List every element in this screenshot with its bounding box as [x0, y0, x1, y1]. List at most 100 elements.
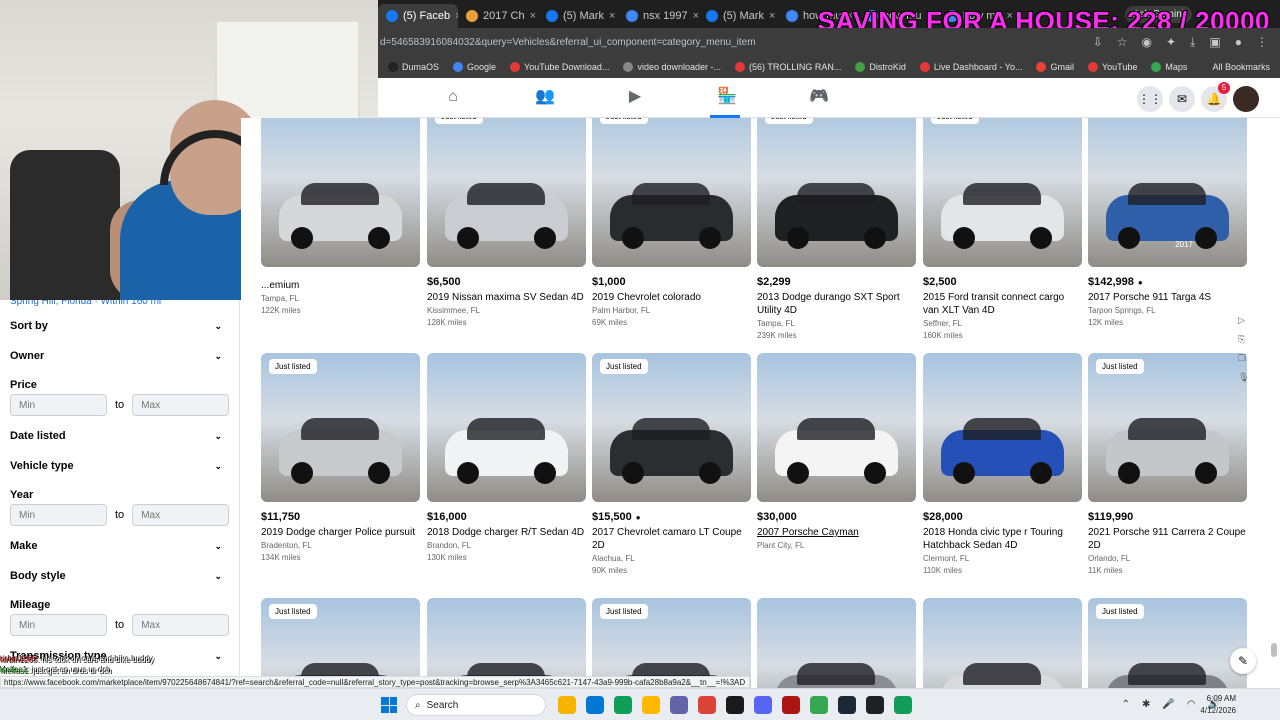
listing-card[interactable]: Just listed: [1088, 598, 1247, 688]
video-icon[interactable]: ▶: [626, 88, 644, 106]
listing-photo[interactable]: Just listed: [592, 353, 751, 502]
listing-title[interactable]: 2019 Nissan maxima SV Sedan 4D: [427, 291, 586, 304]
listing-title[interactable]: 2015 Ford transit connect cargo van XLT …: [923, 291, 1082, 317]
friends-icon[interactable]: 👥: [535, 88, 555, 106]
listing-photo[interactable]: [427, 353, 586, 502]
gaming-icon[interactable]: 🎮: [809, 88, 829, 106]
listing-title[interactable]: 2017 Porsche 911 Targa 4S: [1088, 291, 1247, 304]
taskbar-app-icon[interactable]: [558, 696, 576, 714]
wifi-icon[interactable]: ◠: [1187, 699, 1196, 710]
close-icon[interactable]: ×: [530, 10, 536, 22]
bluetooth-icon[interactable]: ✱: [1142, 699, 1150, 710]
listing-card[interactable]: Just listed $6,500 2019 Nissan maxima SV S…: [427, 118, 586, 327]
price-min-input[interactable]: [10, 394, 107, 416]
browser-tab[interactable]: nsx 1997 ×: [618, 4, 698, 28]
bookmark-item[interactable]: Google: [453, 62, 496, 72]
menu-icon[interactable]: ⋮: [1256, 35, 1268, 50]
bookmark-icon[interactable]: ⎘: [1238, 334, 1252, 345]
puzzle-icon[interactable]: ✦: [1166, 35, 1176, 50]
bookmark-item[interactable]: YouTube Download...: [510, 62, 609, 72]
taskbar-app-icon[interactable]: [838, 696, 856, 714]
listing-card[interactable]: [757, 598, 916, 688]
menu-grid-icon[interactable]: ⋮⋮: [1137, 86, 1163, 112]
listing-photo[interactable]: Just listed: [1088, 353, 1247, 502]
listing-title[interactable]: 2007 Porsche Cayman: [757, 526, 916, 539]
taskbar-app-icon[interactable]: [894, 696, 912, 714]
listing-title[interactable]: 2013 Dodge durango SXT Sport Utility 4D: [757, 291, 916, 317]
taskbar-app-icon[interactable]: [642, 696, 660, 714]
taskbar-app-icon[interactable]: [810, 696, 828, 714]
mic-icon[interactable]: 🎤: [1162, 699, 1174, 710]
listing-card[interactable]: $16,000 2018 Dodge charger R/T Sedan 4D Br…: [427, 353, 586, 562]
scrollbar-thumb[interactable]: [1271, 643, 1277, 657]
price-max-input[interactable]: [132, 394, 230, 416]
listing-photo[interactable]: Just listed: [923, 118, 1082, 267]
listing-card[interactable]: $30,000 2007 Porsche Cayman Plant City, FL: [757, 353, 916, 553]
listing-title[interactable]: 2019 Dodge charger Police pursuit: [261, 526, 420, 539]
star-icon[interactable]: ☆: [1117, 35, 1128, 50]
install-icon[interactable]: ⇩: [1093, 35, 1103, 50]
listing-title[interactable]: ...emium: [261, 279, 420, 292]
browser-tab[interactable]: 2017 Ch ×: [458, 4, 538, 28]
listing-photo[interactable]: [427, 598, 586, 688]
listing-photo[interactable]: Just listed: [1088, 598, 1247, 688]
listing-photo[interactable]: Just listed: [757, 118, 916, 267]
bookmark-item[interactable]: Gmail: [1036, 62, 1074, 72]
bookmark-item[interactable]: (56) TROLLING RAN...: [735, 62, 841, 72]
listing-card[interactable]: Just listed $2,500 2015 Ford transit conne…: [923, 118, 1082, 340]
all-bookmarks[interactable]: All Bookmarks: [1212, 62, 1280, 72]
location-filter[interactable]: Spring Hill, Florida · Within 160 mi: [0, 300, 239, 310]
date-listed-filter[interactable]: Date listed ⌄: [10, 430, 222, 442]
close-icon[interactable]: ×: [769, 10, 775, 22]
make-filter[interactable]: Make ⌄: [10, 540, 222, 552]
download-icon[interactable]: ⤓: [1190, 35, 1195, 50]
listing-photo[interactable]: [261, 118, 420, 267]
bookmark-item[interactable]: DumaOS: [388, 62, 439, 72]
listing-card[interactable]: Just listed: [261, 598, 420, 688]
vehicle-type-filter[interactable]: Vehicle type ⌄: [10, 460, 222, 472]
browser-tab[interactable]: (5) Faceb×: [378, 4, 458, 28]
listing-photo[interactable]: [923, 353, 1082, 502]
url-text[interactable]: d=546583916084032&query=Vehicles&referra…: [378, 37, 756, 48]
listing-photo[interactable]: Just listed: [592, 598, 751, 688]
marketplace-icon[interactable]: 🏪: [717, 88, 737, 106]
listing-title[interactable]: 2018 Honda civic type r Touring Hatchbac…: [923, 526, 1082, 552]
listing-card[interactable]: ...emium Tampa, FL 122K miles: [261, 118, 420, 315]
owner-filter[interactable]: Owner ⌄: [10, 350, 222, 362]
bookmark-item[interactable]: video downloader -...: [623, 62, 721, 72]
clock[interactable]: 6:09 AM 4/12/2026: [1200, 693, 1236, 717]
sort-by-filter[interactable]: Sort by ⌄: [10, 320, 222, 332]
copy-icon[interactable]: ❐: [1238, 353, 1252, 364]
listing-title[interactable]: 2017 Chevrolet camaro LT Coupe 2D: [592, 526, 751, 552]
bookmark-item[interactable]: DistroKid: [855, 62, 906, 72]
listing-photo[interactable]: 2017: [1088, 118, 1247, 267]
close-icon[interactable]: ×: [609, 10, 615, 22]
play-icon[interactable]: ▷: [1238, 315, 1252, 326]
taskbar-app-icon[interactable]: [782, 696, 800, 714]
year-max-input[interactable]: [132, 504, 230, 526]
listing-photo[interactable]: Just listed: [261, 353, 420, 502]
chevron-up-icon[interactable]: ⌃: [1122, 699, 1130, 710]
listing-card[interactable]: Just listed $1,000 2019 Chevrolet colorado…: [592, 118, 751, 327]
profile-icon[interactable]: ●: [1235, 35, 1242, 50]
taskbar-app-icon[interactable]: [670, 696, 688, 714]
extension-icon[interactable]: ◉: [1142, 35, 1152, 50]
listing-photo[interactable]: [923, 598, 1082, 688]
home-icon[interactable]: ⌂: [444, 88, 462, 106]
bookmark-item[interactable]: Live Dashboard - Yo...: [919, 62, 1022, 72]
listing-card[interactable]: $28,000 2018 Honda civic type r Touring H…: [923, 353, 1082, 575]
page-scrollbar[interactable]: [1271, 118, 1277, 688]
listing-card[interactable]: Just listed $119,990 2021 Porsche 911 Carr…: [1088, 353, 1247, 575]
listing-card[interactable]: Just listed $2,299 2013 Dodge durango SXT …: [757, 118, 916, 340]
browser-tab[interactable]: (5) Mark ×: [698, 4, 778, 28]
listing-card[interactable]: Just listed $11,750 2019 Dodge charger Pol…: [261, 353, 420, 562]
listing-title[interactable]: 2021 Porsche 911 Carrera 2 Coupe 2D: [1088, 526, 1247, 552]
browser-tab[interactable]: (5) Mark ×: [538, 4, 618, 28]
taskbar-app-icon[interactable]: [866, 696, 884, 714]
mileage-max-input[interactable]: [132, 614, 230, 636]
listing-photo[interactable]: [757, 598, 916, 688]
body-style-filter[interactable]: Body style ⌄: [10, 570, 222, 582]
listing-photo[interactable]: Just listed: [261, 598, 420, 688]
listing-card[interactable]: 2017 $142,998 ● 2017 Porsche 911 Targa 4S Ta…: [1088, 118, 1247, 327]
mic-icon[interactable]: 🎙: [1238, 372, 1252, 383]
